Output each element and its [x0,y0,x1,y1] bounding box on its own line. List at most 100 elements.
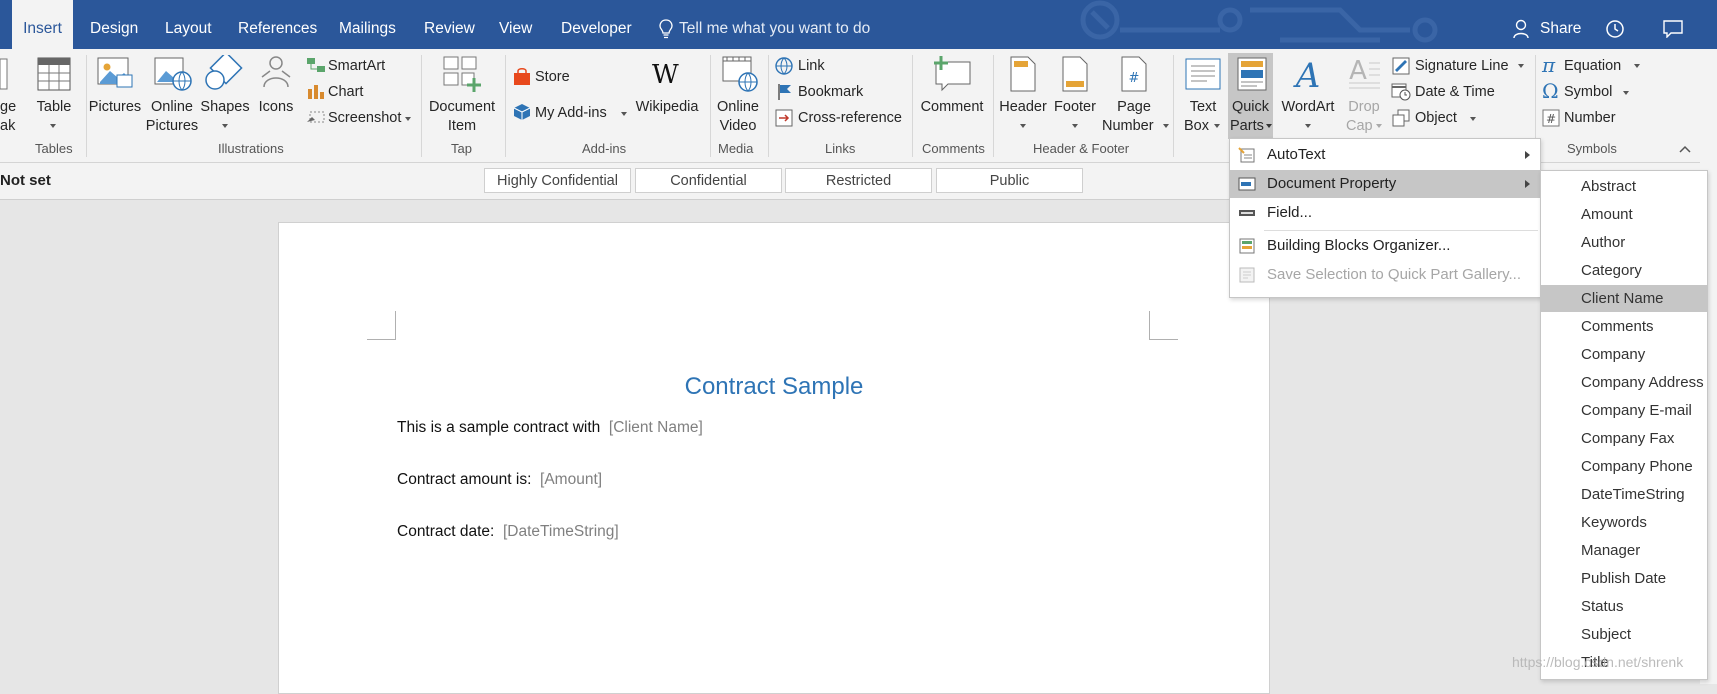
store-button[interactable]: Store [535,68,570,87]
menu-item-document-property[interactable]: Document Property [1230,170,1540,198]
my-addins-dropdown-arrow[interactable] [621,112,627,116]
page-number-button-line2[interactable]: Number [1102,117,1154,136]
property-item-abstract[interactable]: Abstract [1541,173,1707,200]
document-title[interactable]: Contract Sample [279,373,1269,401]
property-item-company-phone[interactable]: Company Phone [1541,453,1707,480]
property-item-comments[interactable]: Comments [1541,313,1707,340]
online-video-button[interactable]: Online [712,98,764,117]
signature-line-button[interactable]: Signature Line [1415,57,1509,76]
wordart-icon[interactable]: A [1291,55,1325,91]
document-line-3[interactable]: Contract date: [DateTimeString] [397,523,619,541]
property-item-company[interactable]: Company [1541,341,1707,368]
property-item-company-fax[interactable]: Company Fax [1541,425,1707,452]
property-item-client-name[interactable]: Client Name [1541,285,1707,312]
text-box-button[interactable]: Text [1180,98,1226,117]
tab-design[interactable]: Design [90,0,138,49]
table-button[interactable]: Table [30,98,78,117]
bookmark-button[interactable]: Bookmark [798,83,863,102]
footer-dropdown-arrow[interactable] [1072,124,1078,128]
online-pictures-button[interactable]: Online [143,98,201,117]
number-button[interactable]: Number [1564,109,1616,128]
share-button[interactable]: Share [1540,0,1581,49]
page-break-label-2[interactable]: ak [0,117,15,136]
shapes-dropdown-arrow[interactable] [222,124,228,128]
symbol-dropdown-arrow[interactable] [1623,91,1629,95]
wordart-button[interactable]: WordArt [1276,98,1340,117]
document-line-2[interactable]: Contract amount is: [Amount] [397,471,602,489]
amount-field[interactable]: [Amount] [540,471,602,488]
classification-confidential-button[interactable]: Confidential [635,168,782,193]
datetime-field[interactable]: [DateTimeString] [503,523,619,540]
collapse-ribbon-icon[interactable] [1678,144,1692,154]
online-video-button-line2[interactable]: Video [712,117,764,136]
link-button[interactable]: Link [798,57,825,76]
footer-icon[interactable] [1062,56,1088,92]
comment-icon[interactable] [1663,20,1683,38]
property-item-author[interactable]: Author [1541,229,1707,256]
classification-highly-confidential-button[interactable]: Highly Confidential [484,168,631,193]
text-box-button-line2[interactable]: Box [1184,117,1209,136]
comment-insert-icon[interactable] [932,56,972,92]
icons-icon[interactable] [258,55,294,91]
property-item-category[interactable]: Category [1541,257,1707,284]
shapes-icon[interactable] [205,55,245,91]
my-addins-button[interactable]: My Add-ins [535,104,607,123]
tab-developer[interactable]: Developer [561,0,632,49]
property-item-company-address[interactable]: Company Address [1541,369,1707,396]
property-item-publish-date[interactable]: Publish Date [1541,565,1707,592]
footer-button[interactable]: Footer [1047,98,1103,117]
screenshot-dropdown-arrow[interactable] [405,117,411,121]
table-dropdown-arrow[interactable] [50,124,56,128]
menu-item-field[interactable]: Field... [1230,199,1540,227]
shapes-button[interactable]: Shapes [199,98,251,117]
header-button[interactable]: Header [995,98,1051,117]
online-pictures-icon[interactable] [154,57,192,91]
property-item-amount[interactable]: Amount [1541,201,1707,228]
cross-reference-button[interactable]: Cross-reference [798,109,902,128]
tab-references[interactable]: References [238,0,317,49]
tell-me-search[interactable]: Tell me what you want to do [679,0,870,49]
document-item-icon[interactable] [443,56,481,92]
online-pictures-button-line2[interactable]: Pictures [143,117,201,136]
equation-dropdown-arrow[interactable] [1634,64,1640,68]
property-item-status[interactable]: Status [1541,593,1707,620]
document-item-button[interactable]: Document [425,98,499,117]
client-name-field[interactable]: [Client Name] [609,419,703,436]
quick-parts-button[interactable]: Quick [1228,98,1273,117]
property-item-subject[interactable]: Subject [1541,621,1707,648]
pictures-button[interactable]: Pictures [87,98,143,117]
equation-button[interactable]: Equation [1564,57,1621,76]
tab-view[interactable]: View [499,0,532,49]
document-item-button-line2[interactable]: Item [425,117,499,136]
page-number-icon[interactable]: # [1121,56,1147,92]
page-break-label[interactable]: ge [0,98,16,117]
icons-button[interactable]: Icons [254,98,298,117]
property-item-datetimestring[interactable]: DateTimeString [1541,481,1707,508]
chart-button[interactable]: Chart [328,83,363,102]
document-line-1[interactable]: This is a sample contract with [Client N… [397,419,703,437]
object-button[interactable]: Object [1415,109,1457,128]
wikipedia-button[interactable]: Wikipedia [630,98,704,117]
tab-insert[interactable]: Insert [12,0,73,49]
history-icon[interactable] [1605,19,1625,39]
property-item-manager[interactable]: Manager [1541,537,1707,564]
document-page[interactable]: Contract Sample This is a sample contrac… [278,222,1270,694]
property-item-company-email[interactable]: Company E-mail [1541,397,1707,424]
menu-item-autotext[interactable]: AutoText [1230,141,1540,169]
page-number-dropdown-arrow[interactable] [1163,124,1169,128]
menu-item-building-blocks-organizer[interactable]: Building Blocks Organizer... [1230,232,1540,260]
pictures-icon[interactable] [97,57,133,91]
header-dropdown-arrow[interactable] [1020,124,1026,128]
quick-parts-icon[interactable] [1237,57,1267,91]
symbol-button[interactable]: Symbol [1564,83,1612,102]
online-video-icon[interactable] [722,56,758,92]
text-box-icon[interactable] [1185,58,1221,90]
quick-parts-dropdown-arrow[interactable] [1266,124,1272,128]
header-icon[interactable] [1010,56,1036,92]
table-icon[interactable] [37,57,71,91]
date-time-button[interactable]: Date & Time [1415,83,1495,102]
signature-line-dropdown-arrow[interactable] [1518,64,1524,68]
wordart-dropdown-arrow[interactable] [1305,124,1311,128]
text-box-dropdown-arrow[interactable] [1214,124,1220,128]
screenshot-button[interactable]: Screenshot [328,109,401,128]
